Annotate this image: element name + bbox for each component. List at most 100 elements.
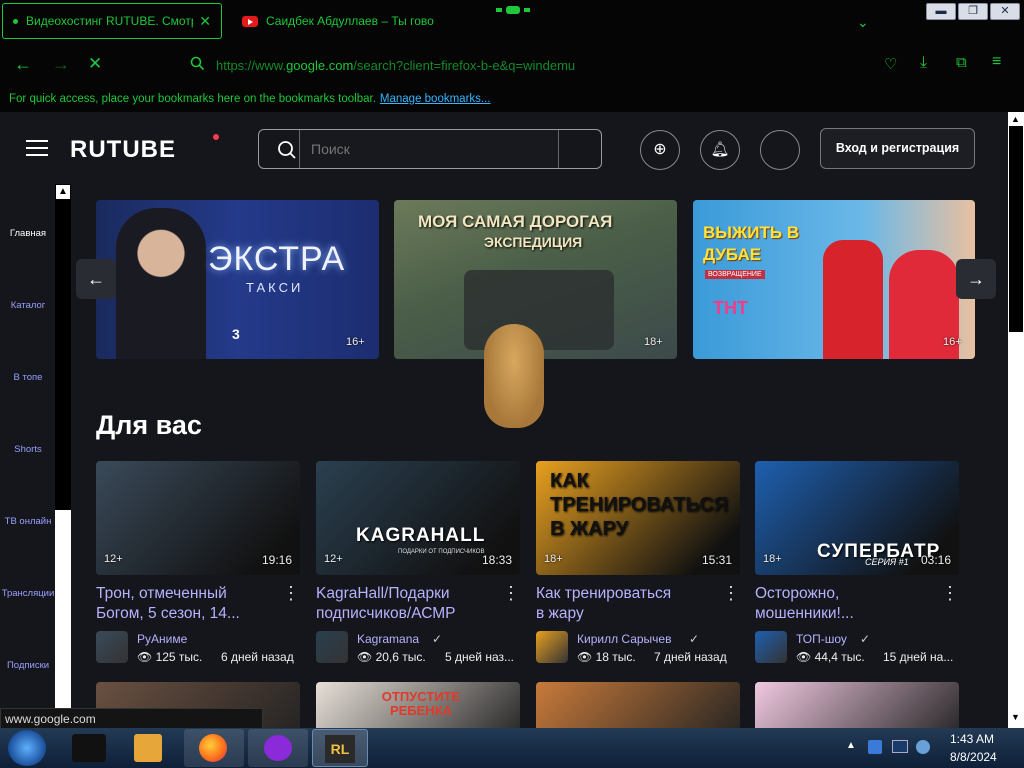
more-options-icon[interactable]: ⋮ (502, 584, 520, 610)
manage-bookmarks-link[interactable]: Manage bookmarks... (380, 93, 491, 105)
video-thumbnail[interactable] (536, 682, 740, 728)
video-thumbnail[interactable] (755, 682, 959, 728)
back-arrow-icon[interactable]: ← (14, 54, 32, 75)
more-options-icon[interactable]: ⋮ (941, 584, 959, 610)
hamburger-menu-icon[interactable] (26, 140, 48, 156)
upload-date: 15 дней на... (883, 650, 954, 664)
search-box[interactable] (258, 129, 602, 169)
tray-icon-display[interactable] (892, 740, 908, 753)
tab-rutube[interactable]: Видеохостинг RUTUBE. Смотр ✕ (2, 3, 222, 39)
taskbar-app-rl[interactable]: RL (312, 729, 368, 767)
upload-date: 5 дней наз... (445, 650, 515, 664)
video-title-line: Как тренироваться (536, 585, 672, 602)
thumbnail-text: KAGRAHALL (356, 525, 486, 546)
channel-name[interactable]: РуАниме (137, 632, 187, 646)
video-thumbnail[interactable]: ОТПУСТИТЕ РЕБЕНКА (316, 682, 520, 728)
carousel-next-button[interactable]: → (956, 259, 996, 299)
pocket-icon[interactable]: ♡ (884, 55, 897, 73)
age-badge: 16+ (943, 336, 962, 348)
rutube-logo[interactable]: RUTUBE (70, 136, 176, 164)
clock-date[interactable]: 8/8/2024 (950, 750, 997, 764)
banner-survive-dubai[interactable]: ВЫЖИТЬ В ДУБАЕ ВОЗВРАЩЕНИЕ ТНТ 16+ (693, 200, 975, 359)
carousel-prev-button[interactable]: ← (76, 259, 116, 299)
list-tabs-chevron-icon[interactable]: ⌄ (857, 14, 869, 31)
youtube-icon (242, 15, 258, 27)
age-badge: 12+ (324, 553, 343, 565)
channel-name[interactable]: Kagramana (357, 632, 419, 646)
taskbar-app-terminal[interactable] (72, 734, 106, 762)
logo-dot (213, 134, 219, 140)
video-title[interactable]: Трон, отмеченный Богом, 5 сезон, 14... (96, 584, 286, 624)
sidebar-item-streams[interactable]: Трансляции (0, 588, 56, 599)
age-badge: 16+ (346, 336, 365, 348)
sidebar-item-home[interactable]: Главная (0, 228, 56, 239)
page-scrollbar[interactable]: ▲ ▼ (1008, 112, 1024, 728)
start-button[interactable] (8, 730, 46, 766)
tray-expand-icon[interactable]: ▲ (846, 740, 856, 751)
channel-avatar[interactable] (96, 631, 128, 663)
tab-youtube[interactable]: Саидбек Абдуллаев – Ты гово (232, 3, 452, 39)
more-options-icon[interactable]: ⋮ (722, 584, 740, 610)
more-options-icon[interactable]: ⋮ (282, 584, 300, 610)
windows-taskbar: RL ▲ 1:43 AM 8/8/2024 (0, 728, 1024, 768)
taskbar-app-firefox[interactable] (184, 729, 244, 767)
video-title-line: Трон, отмеченный (96, 585, 227, 602)
scrollbar-thumb[interactable] (1009, 126, 1023, 332)
restore-button[interactable]: ❐ (958, 3, 988, 20)
sidebar-item-tv[interactable]: ТВ онлайн (0, 516, 56, 527)
tray-icon-network[interactable] (868, 740, 882, 754)
taskbar-app-purple[interactable] (248, 729, 308, 767)
thumbnail-subtext: ПОДАРКИ ОТ ПОДПИСЧИКОВ (398, 549, 485, 555)
video-title-line: мошенники!... (755, 605, 854, 622)
close-tab-icon[interactable]: ✕ (199, 13, 211, 30)
channel-name[interactable]: Кирилл Сарычев (577, 632, 671, 646)
channel-avatar[interactable] (755, 631, 787, 663)
search-icon (190, 56, 205, 71)
sidebar-scrollbar[interactable]: ▲ (55, 184, 71, 728)
banner-title: ВЫЖИТЬ В ДУБАЕ (703, 223, 800, 264)
notifications-bell-icon[interactable]: 🔔︎ (700, 130, 740, 170)
video-thumbnail[interactable]: КАК ТРЕНИРОВАТЬСЯ В ЖАРУ 18+ 15:31 (536, 461, 740, 575)
sidebar-item-catalog[interactable]: Каталог (0, 300, 56, 311)
search-input[interactable] (311, 139, 551, 159)
verified-check-icon: ✓ (860, 632, 871, 646)
video-title-line: в жару (536, 605, 584, 622)
tnt-logo: ТНТ (713, 298, 748, 318)
forward-arrow-icon[interactable]: → (52, 54, 70, 75)
tray-icon-volume[interactable] (916, 740, 930, 754)
address-bar[interactable]: https://www.google.com/search?client=fir… (216, 53, 866, 79)
avatar-button[interactable] (760, 130, 800, 170)
sidebar-item-shorts[interactable]: Shorts (0, 444, 56, 455)
login-button[interactable]: Вход и регистрация (820, 128, 975, 169)
taskbar-app-media[interactable] (134, 734, 162, 762)
scroll-up-arrow-icon[interactable]: ▲ (56, 185, 70, 199)
minimize-button[interactable]: ▬ (926, 3, 956, 20)
scroll-down-arrow-icon[interactable]: ▼ (1011, 712, 1020, 722)
channel-name[interactable]: ТОП-шоу (796, 632, 847, 646)
video-thumbnail[interactable]: СУПЕРБАТР СЕРИЯ #1 18+ 03:16 (755, 461, 959, 575)
sidebar-item-top[interactable]: В топе (0, 372, 56, 383)
video-thumbnail[interactable]: KAGRAHALL ПОДАРКИ ОТ ПОДПИСЧИКОВ 12+ 18:33 (316, 461, 520, 575)
age-badge: 18+ (544, 553, 563, 565)
menu-icon[interactable]: ≡ (992, 53, 1001, 71)
video-title[interactable]: Как тренироваться в жару (536, 584, 726, 624)
download-icon[interactable]: ⤓ (920, 54, 927, 72)
stop-loading-icon[interactable]: ✕ (88, 54, 102, 74)
video-thumbnail[interactable]: 12+ 19:16 (96, 461, 300, 575)
banner-extra-taxi[interactable]: ЭКСТРА ТАКСИ 3 16+ (96, 200, 379, 359)
clock-time[interactable]: 1:43 AM (950, 732, 994, 746)
sidebar-item-subscriptions[interactable]: Подписки (0, 660, 56, 671)
video-title[interactable]: KagraHall/Подарки подписчиков/АСМР (316, 584, 506, 624)
views-count: 👁︎ 125 тыс. (137, 650, 202, 664)
upload-button[interactable]: ⊕ (640, 130, 680, 170)
views-value: 20,6 тыс. (375, 650, 426, 664)
video-title[interactable]: Осторожно, мошенники!... (755, 584, 945, 624)
scroll-up-arrow-icon[interactable]: ▲ (1011, 114, 1020, 124)
duration-badge: 03:16 (920, 553, 951, 567)
banner-person (116, 208, 206, 359)
status-url: www.google.com (0, 708, 263, 730)
channel-avatar[interactable] (536, 631, 568, 663)
close-window-button[interactable]: ✕ (990, 3, 1020, 20)
extensions-icon[interactable]: ⧉ (956, 54, 967, 71)
channel-avatar[interactable] (316, 631, 348, 663)
